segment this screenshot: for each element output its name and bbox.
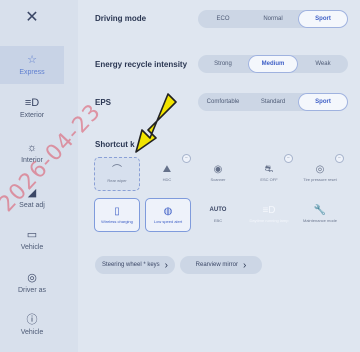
sidebar-item-vehicle-info[interactable]: ⓘ Vehicle [0,306,64,344]
chevron-right-icon: › [243,259,247,271]
shortcut-tile-label: HDC [162,177,172,182]
car-lights-icon: ≡D [24,97,40,109]
remove-badge-icon[interactable]: − [182,154,191,163]
energy-recycle-strong[interactable]: Strong [198,55,248,73]
driving-mode-sport[interactable]: Sport [298,10,348,28]
shortcut-low-speed-alert[interactable]: ◍ Low speed alert [145,198,191,232]
energy-recycle-medium[interactable]: Medium [248,55,298,73]
rearview-mirror-button[interactable]: Rearview mirror › [180,256,262,274]
interior-light-icon: ☼ [26,142,38,154]
rearview-mirror-label: Rearview mirror [195,262,238,268]
sidebar-item-label: Vehicle [20,244,44,251]
driving-mode-selector: ECO Normal Sport [198,10,348,28]
wrench-icon: 🔧 [313,205,327,216]
shortcut-ebc[interactable]: AUTO EBC [196,198,240,230]
shortcut-esc-off[interactable]: − ⛐ ESC OFF [247,154,293,189]
sidebar-item-label: Express [19,69,45,76]
wireless-charging-icon: ▯ [114,206,120,217]
shortcut-daytime-running-lamp[interactable]: ≡D Daytime running lamp [247,198,291,230]
sidebar-item-driver-assist[interactable]: ◎ Driver as [0,264,64,302]
sidebar-item-exterior[interactable]: ≡D Exterior [0,89,64,127]
camera-icon: ◉ [213,164,223,175]
sidebar-item-label: Vehicle [20,329,44,336]
driving-mode-label: Driving mode [95,14,147,23]
shortcut-tile-label: Low speed alert [153,219,183,224]
driver-assist-icon: ◎ [27,272,37,284]
star-icon: ☆ [27,54,37,66]
sidebar-item-label: Driver as [17,287,46,294]
shortcut-tile-label: ESC OFF [260,177,278,182]
shortcut-maintenance-mode[interactable]: 🔧 Maintenance mode [298,198,342,230]
sidebar-item-label: Exterior [19,112,45,119]
speaker-icon: ◍ [163,206,173,217]
eps-sport[interactable]: Sport [298,93,348,111]
driving-mode-normal[interactable]: Normal [248,10,298,28]
shortcut-tile-label: Rear wiper [107,178,127,183]
shortcut-hdc[interactable]: − ⛰ HDC [145,154,191,189]
shortcut-rear-wiper[interactable]: ⌒ Rear wiper [94,157,140,191]
shortcut-scanner[interactable]: ◉ Scanner [196,157,240,189]
shortcut-tile-label: Tire pressure reset [303,177,337,182]
tire-icon: ◎ [315,164,325,175]
pointer-arrow-icon [135,93,177,153]
eps-standard[interactable]: Standard [248,93,298,111]
hill-descent-icon: ⛰ [162,164,172,175]
auto-icon: AUTO [209,207,227,213]
lamp-icon: ≡D [262,205,276,216]
eps-selector: Comfortable Standard Sport [198,93,348,111]
shortcut-tile-label: Daytime running lamp [249,218,289,223]
sidebar-item-vehicle[interactable]: ▭ Vehicle [0,221,64,259]
shortcut-tile-label: Wireless charging [101,219,133,224]
shortcut-wireless-charging[interactable]: ▯ Wireless charging [94,198,140,232]
sidebar-item-express[interactable]: ☆ Express [0,46,64,84]
esc-icon: ⛐ [264,164,274,175]
steering-wheel-keys-label: Steering wheel * keys [101,261,160,268]
shortcut-tile-label: EBC [213,218,223,223]
shortcut-tile-label: Scanner [210,177,226,182]
shortcut-tile-label: Maintenance mode [302,218,338,223]
wiper-icon: ⌒ [112,165,122,176]
driving-mode-eco[interactable]: ECO [198,10,248,28]
remove-badge-icon[interactable]: − [335,154,344,163]
steering-wheel-keys-button[interactable]: Steering wheel * keys › [95,256,175,274]
vehicle-icon: ▭ [26,229,38,241]
chevron-right-icon: › [164,259,169,271]
energy-recycle-weak[interactable]: Weak [298,55,348,73]
remove-badge-icon[interactable]: − [284,154,293,163]
eps-comfortable[interactable]: Comfortable [198,93,248,111]
shortcut-tire-pressure[interactable]: − ◎ Tire pressure reset [298,154,344,189]
energy-recycle-selector: Strong Medium Weak [198,55,348,73]
close-icon[interactable]: ✕ [0,6,64,28]
vehicle-info-icon: ⓘ [26,314,38,326]
